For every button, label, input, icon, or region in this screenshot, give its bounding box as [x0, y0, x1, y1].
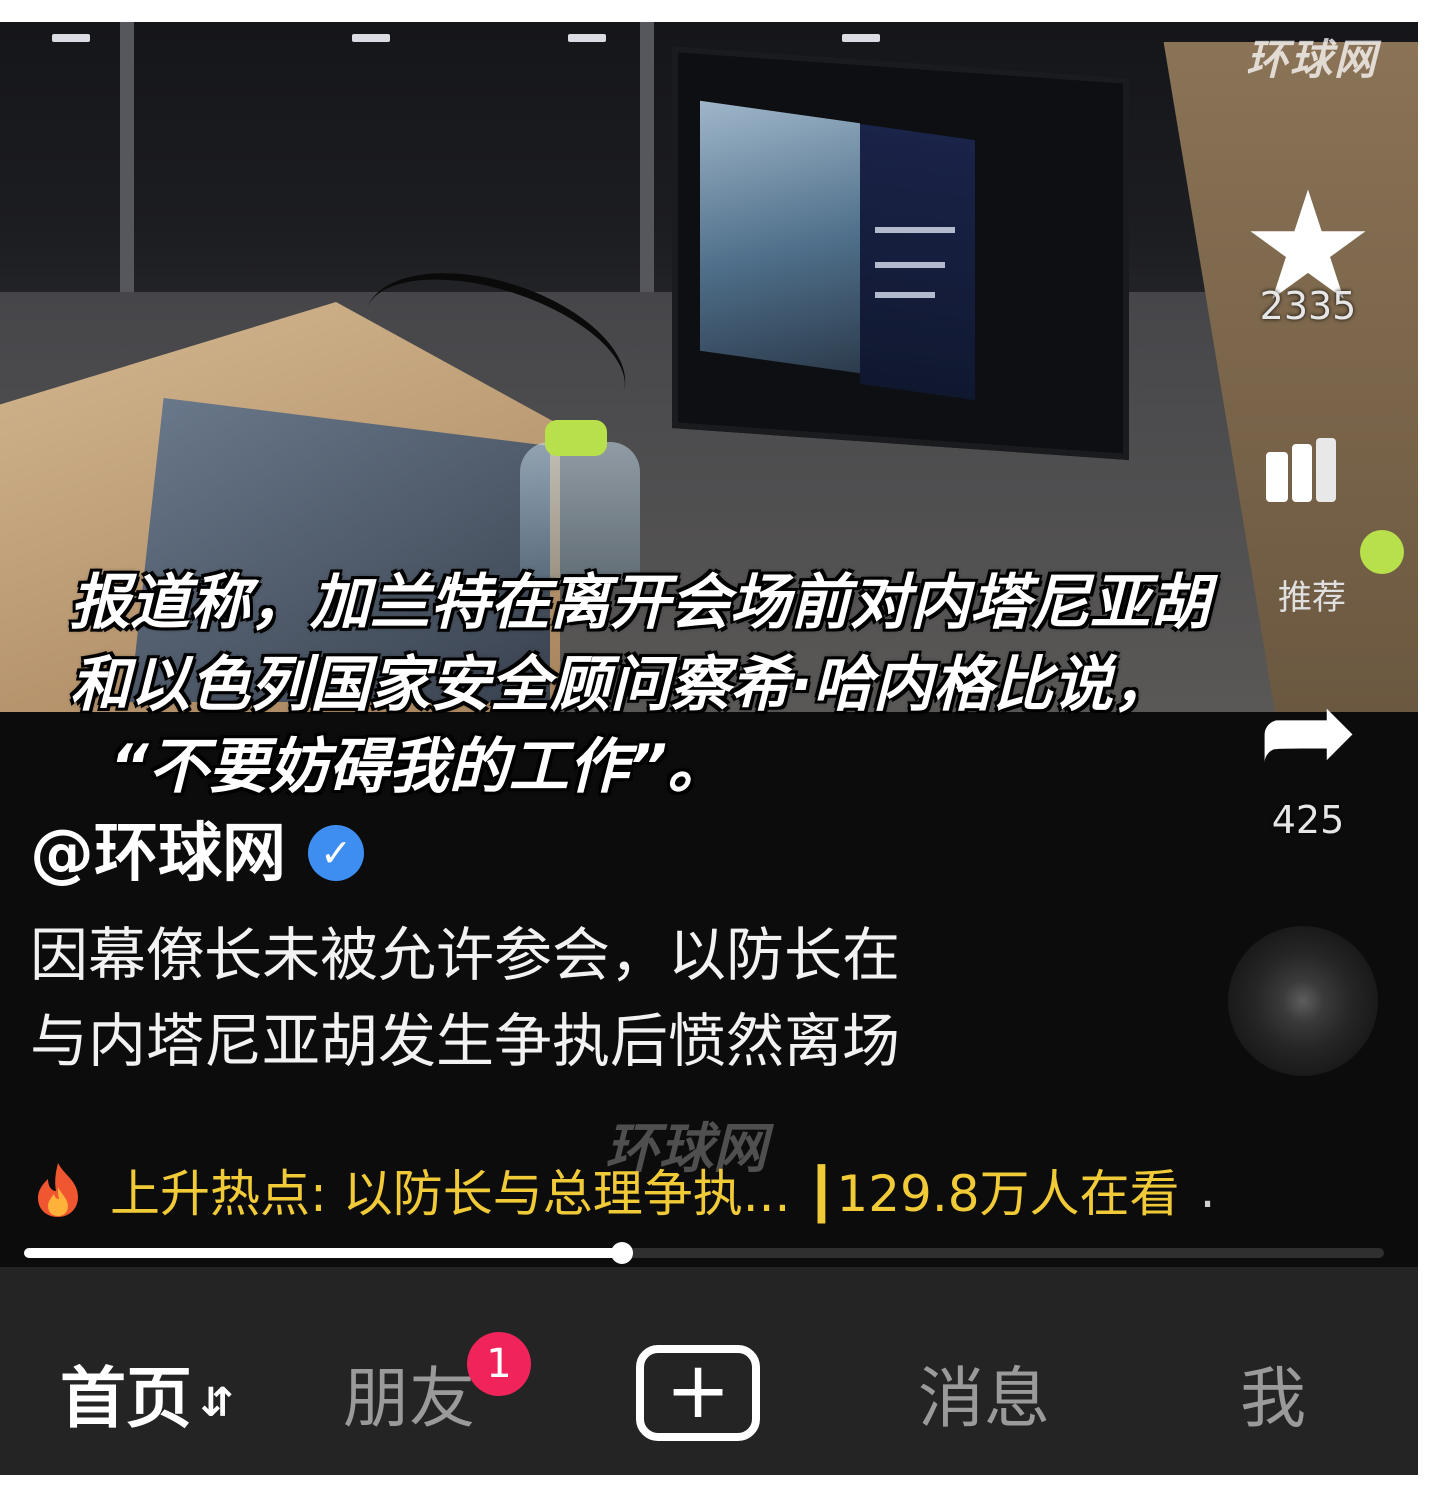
share-count: 425 [1271, 798, 1345, 842]
progress-knob[interactable] [611, 1242, 634, 1264]
description-line: 因幕僚长未被允许参会，以防长在 [30, 921, 901, 989]
share-button[interactable]: ➦ [1238, 672, 1378, 792]
progress-fill [24, 1248, 623, 1258]
hot-topic-banner[interactable]: 上升热点: 以防长与总理争执... ┃129.8万人在看 . [30, 1160, 1370, 1223]
tab-messages[interactable]: 消息 [918, 1345, 1050, 1441]
phone-screen: 环球网 报道称，加兰特在离开会场前对内塔尼亚胡 和以色列国家安全顾问察希·哈内格… [0, 22, 1418, 1475]
video-description[interactable]: 因幕僚长未被允许参会，以防长在 与内塔尼亚胡发生争执后愤然离场 [30, 912, 1010, 1084]
music-disc-icon[interactable] [1228, 926, 1378, 1076]
bottle-cap [545, 420, 607, 456]
hot-topic-suffix: . [1199, 1161, 1216, 1219]
fire-icon [38, 1163, 78, 1217]
share-arrow-icon: ➦ [1257, 662, 1359, 801]
tab-friends[interactable]: 朋友 [343, 1345, 475, 1441]
caption-line: 报道称，加兰特在离开会场前对内塔尼亚胡 [70, 568, 1210, 638]
bottle-cap [1360, 530, 1404, 574]
video-progress-bar[interactable] [24, 1242, 1384, 1264]
water-bottle [520, 442, 640, 582]
author-handle[interactable]: @环球网 [30, 817, 286, 891]
hand-icon[interactable] [1262, 434, 1352, 514]
hot-topic-text: 上升热点: 以防长与总理争执... ┃129.8万人在看 [110, 1165, 1180, 1223]
watermark-top: 环球网 [1245, 35, 1378, 84]
verified-icon: ✓ [308, 825, 364, 882]
monitor-image [700, 100, 860, 374]
tab-me[interactable]: 我 [1240, 1345, 1306, 1441]
ceiling-light [842, 34, 880, 42]
ceiling-light [352, 34, 390, 42]
author-name[interactable]: @环球网 ✓ [30, 802, 364, 894]
panel-text-line [875, 227, 955, 233]
ceiling-light [568, 34, 606, 42]
recommend-label[interactable]: 推荐 [1278, 570, 1346, 619]
tab-home-label: 首页 [60, 1360, 192, 1437]
favorite-count: 2335 [1259, 284, 1357, 328]
ceiling-light [52, 34, 90, 42]
pillar [640, 22, 654, 292]
video-caption: 报道称，加兰特在离开会场前对内塔尼亚胡 和以色列国家安全顾问察希·哈内格比说， … [70, 562, 1290, 808]
tab-home[interactable]: 首页 ⇵ [60, 1345, 234, 1441]
description-line: 与内塔尼亚胡发生争执后愤然离场 [30, 1007, 901, 1075]
panel-text-line [875, 292, 935, 298]
friends-badge: 1 [467, 1332, 531, 1396]
switch-arrows-icon: ⇵ [200, 1379, 234, 1426]
create-button[interactable]: + [636, 1345, 760, 1441]
caption-line: 和以色列国家安全顾问察希·哈内格比说， [70, 650, 1173, 720]
pillar [120, 22, 134, 292]
panel-text-line [875, 262, 945, 268]
caption-line: “不要妨碍我的工作”。 [110, 732, 728, 802]
